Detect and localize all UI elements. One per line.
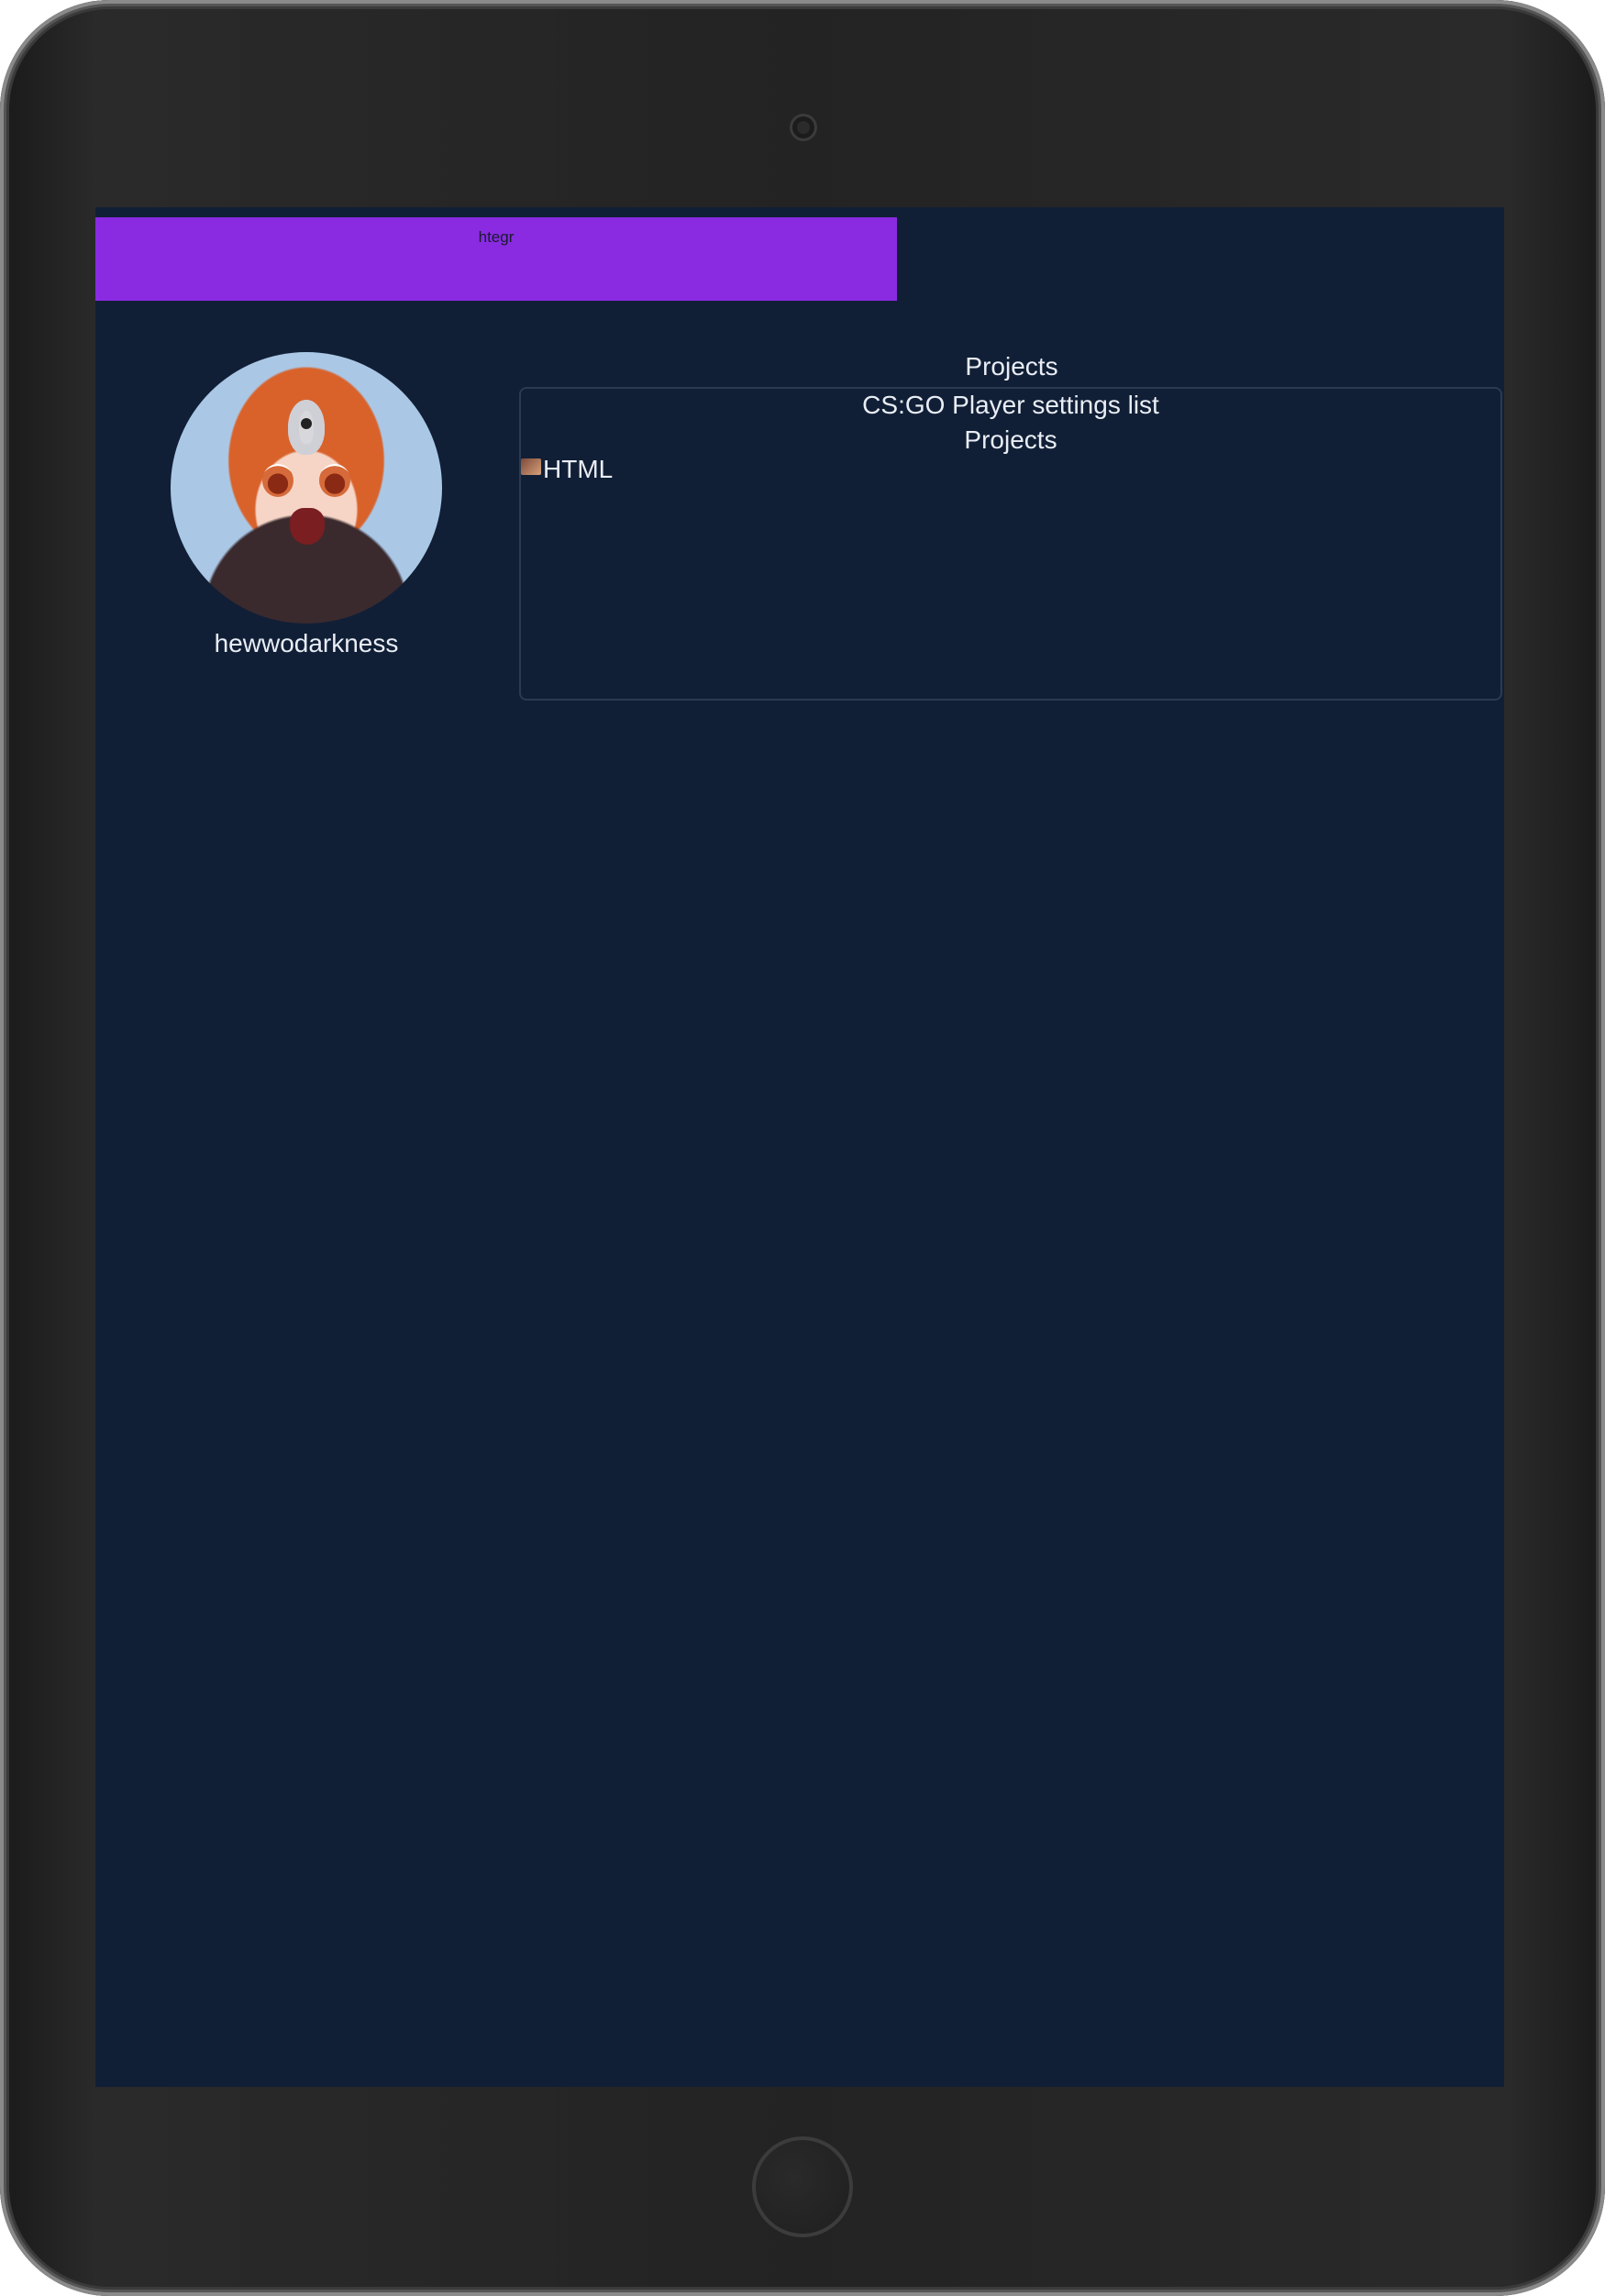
avatar-eye-left (262, 464, 293, 497)
language-label: HTML (543, 455, 614, 483)
profile-panel: hewwodarkness (169, 352, 444, 658)
tablet-frame: htegr hewwodarkness Projects CS:GO Playe… (0, 0, 1605, 2296)
project-title[interactable]: CS:GO Player settings list (521, 391, 1500, 420)
avatar[interactable] (171, 352, 442, 624)
screen: htegr hewwodarkness Projects CS:GO Playe… (95, 207, 1504, 2087)
avatar-eye-right (319, 464, 350, 497)
avatar-hair-ornament (288, 400, 325, 455)
project-language: HTML (521, 455, 613, 484)
top-banner: htegr (95, 217, 897, 301)
avatar-mouth (290, 508, 325, 545)
username[interactable]: hewwodarkness (169, 629, 444, 658)
projects-heading: Projects (965, 352, 1058, 381)
home-button[interactable] (752, 2136, 853, 2237)
language-icon (521, 458, 541, 475)
project-subtitle: Projects (964, 425, 1057, 454)
project-card[interactable]: CS:GO Player settings list Projects HTML (519, 387, 1502, 701)
banner-text: htegr (478, 228, 515, 246)
front-camera (790, 114, 817, 141)
